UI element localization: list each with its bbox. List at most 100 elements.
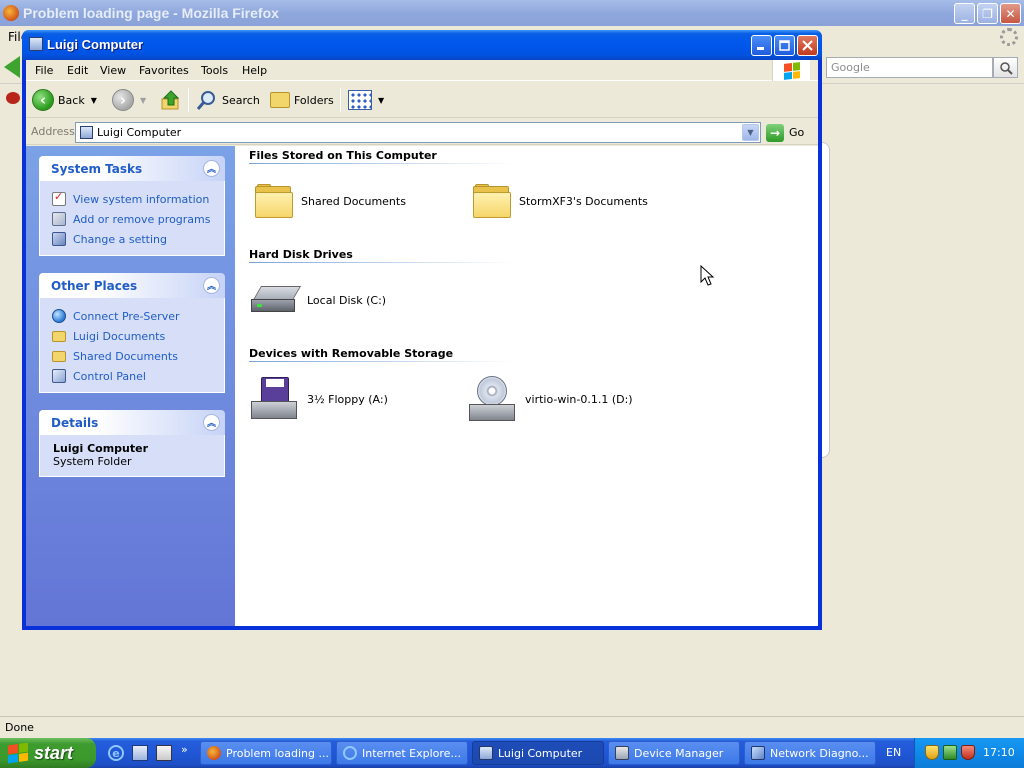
item-stormxf3-documents[interactable]: StormXF3's Documents [473, 184, 648, 218]
go-button[interactable]: → Go [766, 122, 804, 143]
folder-icon [473, 184, 511, 218]
system-tasks-panel: System Tasks ︽ View system information A… [39, 156, 225, 256]
task-label: Internet Explore... [362, 746, 461, 760]
firefox-search-input[interactable]: Google [826, 57, 993, 78]
back-arrow-icon: ‹ [32, 89, 54, 111]
item-floppy-a[interactable]: 3½ Floppy (A:) [251, 377, 388, 421]
item-label: virtio-win-0.1.1 (D:) [525, 392, 633, 406]
network-diagnostics-icon [751, 746, 765, 760]
task-internet-explorer[interactable]: Internet Explore... [336, 741, 468, 765]
item-local-disk-c[interactable]: Local Disk (C:) [251, 286, 386, 314]
explorer-titlebar[interactable]: Luigi Computer [22, 30, 822, 60]
start-label: start [34, 742, 74, 763]
folders-icon [270, 92, 290, 108]
change-setting-icon [52, 232, 66, 246]
link-shared-documents[interactable]: Shared Documents [52, 346, 224, 366]
bookmark-ladybug-icon[interactable] [6, 92, 20, 104]
menu-tools[interactable]: Tools [201, 64, 228, 77]
quicklaunch-media-icon[interactable] [156, 745, 172, 761]
link-luigi-documents[interactable]: Luigi Documents [52, 326, 224, 346]
forward-button[interactable]: › ▼ [112, 88, 146, 112]
link-label: Change a setting [73, 232, 167, 246]
explorer-minimize-button[interactable] [751, 35, 772, 56]
back-button[interactable]: ‹ Back ▼ [32, 88, 97, 112]
link-change-setting[interactable]: Change a setting [52, 229, 224, 249]
item-label: StormXF3's Documents [519, 194, 648, 208]
folder-icon [255, 184, 293, 218]
menu-view[interactable]: View [100, 64, 126, 77]
my-computer-icon [479, 746, 493, 760]
explorer-menubar: File Edit View Favorites Tools Help [26, 60, 818, 81]
windows-logo [772, 60, 810, 81]
menu-file[interactable]: File [35, 64, 53, 77]
system-tasks-body: View system information Add or remove pr… [39, 181, 225, 256]
task-label: Luigi Computer [498, 746, 583, 760]
task-device-manager[interactable]: Device Manager [608, 741, 740, 765]
link-connect-pre-server[interactable]: Connect Pre-Server [52, 306, 224, 326]
views-button[interactable]: ▼ [348, 88, 384, 112]
group-header-files-stored: Files Stored on This Computer [249, 149, 437, 162]
menu-favorites[interactable]: Favorites [139, 64, 189, 77]
quicklaunch-ie-icon[interactable]: e [108, 745, 124, 761]
menu-help[interactable]: Help [242, 64, 267, 77]
explorer-client-area: File Edit View Favorites Tools Help ‹ Ba… [26, 60, 818, 626]
firefox-restore-button[interactable]: ❐ [977, 3, 998, 24]
item-label: 3½ Floppy (A:) [307, 392, 388, 406]
search-icon [196, 91, 215, 110]
menu-edit[interactable]: Edit [67, 64, 88, 77]
network-tray-icon[interactable] [943, 745, 957, 760]
task-firefox[interactable]: Problem loading ... [200, 741, 332, 765]
item-shared-documents[interactable]: Shared Documents [255, 184, 406, 218]
toolbar-separator [340, 88, 341, 112]
firefox-search-button[interactable] [993, 57, 1018, 78]
toolbar-separator [188, 88, 189, 112]
security-shield-icon[interactable] [925, 745, 939, 760]
task-luigi-computer[interactable]: Luigi Computer [472, 741, 604, 765]
explorer-window: Luigi Computer File Edit View Favorites … [22, 30, 822, 630]
quicklaunch-explorer-icon[interactable] [132, 745, 148, 761]
task-label: Problem loading ... [226, 746, 329, 760]
group-divider [249, 262, 514, 263]
address-dropdown-button[interactable]: ▼ [742, 124, 759, 141]
back-dropdown-icon[interactable]: ▼ [91, 96, 97, 105]
search-button[interactable]: Search [196, 88, 260, 112]
security-alert-icon[interactable] [961, 745, 975, 760]
task-network-diagnostics[interactable]: Network Diagno... [744, 741, 876, 765]
link-label: Control Panel [73, 369, 146, 383]
details-body: Luigi Computer System Folder [39, 435, 225, 477]
collapse-chevron-icon[interactable]: ︽ [203, 277, 220, 294]
windows-flag-icon [783, 61, 800, 80]
forward-dropdown-icon[interactable]: ▼ [140, 96, 146, 105]
link-label: View system information [73, 192, 210, 206]
collapse-chevron-icon[interactable]: ︽ [203, 414, 220, 431]
firefox-minimize-button[interactable]: _ [954, 3, 975, 24]
folders-button[interactable]: Folders [270, 88, 334, 112]
other-places-title: Other Places [51, 279, 138, 293]
other-places-header[interactable]: Other Places ︽ [39, 273, 225, 298]
link-label: Connect Pre-Server [73, 309, 180, 323]
explorer-content-view: Files Stored on This Computer Shared Doc… [235, 146, 818, 626]
language-indicator[interactable]: EN [886, 746, 901, 759]
up-folder-button[interactable] [160, 88, 182, 112]
network-globe-icon [52, 309, 66, 323]
task-label: Network Diagno... [770, 746, 869, 760]
details-item-type: System Folder [53, 455, 132, 468]
firefox-back-arrow-icon[interactable] [4, 56, 20, 78]
explorer-close-button[interactable] [797, 35, 818, 56]
system-tasks-header[interactable]: System Tasks ︽ [39, 156, 225, 181]
firefox-throbber-icon [1000, 28, 1018, 46]
address-input[interactable]: Luigi Computer ▼ [75, 122, 761, 143]
explorer-maximize-button[interactable] [774, 35, 795, 56]
link-view-system-information[interactable]: View system information [52, 189, 224, 209]
start-button[interactable]: start [0, 738, 96, 768]
details-header[interactable]: Details ︽ [39, 410, 225, 435]
quicklaunch-more-chevron-icon[interactable]: » [181, 743, 188, 756]
clock[interactable]: 17:10 [983, 746, 1015, 759]
item-cd-drive-d[interactable]: virtio-win-0.1.1 (D:) [469, 376, 633, 422]
link-add-remove-programs[interactable]: Add or remove programs [52, 209, 224, 229]
link-control-panel[interactable]: Control Panel [52, 366, 224, 386]
other-places-body: Connect Pre-Server Luigi Documents Share… [39, 298, 225, 393]
firefox-titlebar[interactable]: Problem loading page - Mozilla Firefox _… [0, 0, 1024, 26]
firefox-close-button[interactable]: ✕ [1000, 3, 1021, 24]
collapse-chevron-icon[interactable]: ︽ [203, 160, 220, 177]
